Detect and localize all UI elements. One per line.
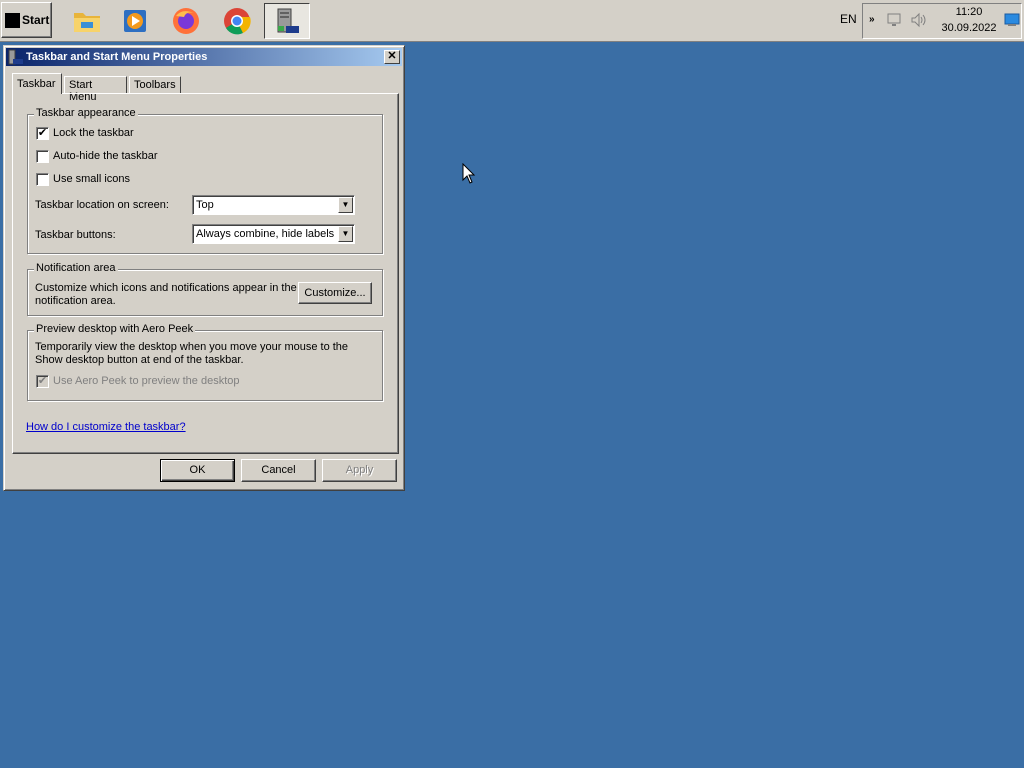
language-indicator[interactable]: EN [840, 12, 857, 26]
taskbar-properties-icon[interactable] [264, 3, 310, 39]
location-select[interactable]: Top ▼ [192, 195, 355, 215]
chrome-icon[interactable] [216, 3, 258, 39]
ok-button[interactable]: OK [160, 459, 235, 482]
help-link[interactable]: How do I customize the taskbar? [26, 421, 186, 433]
start-label: Start [22, 13, 50, 27]
notification-description-line1: Customize which icons and notifications … [35, 282, 297, 294]
taskbar-properties-dialog: Taskbar and Start Menu Properties ✕ Task… [3, 45, 405, 491]
cancel-button[interactable]: Cancel [241, 459, 316, 482]
firefox-icon[interactable] [165, 3, 207, 39]
taskbar-buttons-select[interactable]: Always combine, hide labels ▼ [192, 224, 355, 244]
chevron-expand-icon[interactable]: » [869, 14, 875, 25]
checkmark-icon: ✔ [37, 127, 48, 139]
media-player-icon[interactable] [114, 3, 156, 39]
small-icons-label[interactable]: Use small icons [53, 173, 130, 185]
volume-icon[interactable] [910, 12, 928, 31]
aero-peek-description-line1: Temporarily view the desktop when you mo… [35, 341, 349, 353]
tab-label: Taskbar [17, 78, 56, 90]
small-icons-checkbox[interactable] [36, 173, 49, 186]
taskbar-buttons-value: Always combine, hide labels [196, 228, 335, 240]
taskbar-properties-icon [8, 49, 24, 68]
tab-toolbars[interactable]: Toolbars [129, 76, 181, 94]
checkmark-icon: ✔ [37, 375, 48, 387]
group-legend: Preview desktop with Aero Peek [34, 323, 196, 335]
autohide-taskbar-label[interactable]: Auto-hide the taskbar [53, 150, 158, 162]
autohide-taskbar-checkbox[interactable] [36, 150, 49, 163]
clock-date[interactable]: 30.09.2022 [940, 22, 998, 34]
tab-start-menu[interactable]: Start Menu [64, 76, 127, 103]
clock-time[interactable]: 11:20 [940, 6, 998, 18]
notification-description-line2: notification area. [35, 295, 116, 307]
tab-taskbar[interactable]: Taskbar [12, 73, 62, 94]
aero-peek-checkbox: ✔ [36, 375, 49, 388]
apply-button: Apply [322, 459, 397, 482]
aero-peek-description-line2: Show desktop button at end of the taskba… [35, 354, 244, 366]
tab-label: Toolbars [134, 79, 176, 91]
tab-panel-taskbar: Taskbar appearance ✔ Lock the taskbar Au… [12, 93, 399, 454]
title-bar[interactable]: Taskbar and Start Menu Properties ✕ [6, 48, 402, 66]
notification-area-group: Notification area Customize which icons … [27, 262, 383, 316]
file-explorer-icon[interactable] [66, 3, 108, 39]
lock-taskbar-label[interactable]: Lock the taskbar [53, 127, 134, 139]
aero-peek-group: Preview desktop with Aero Peek Temporari… [27, 323, 383, 401]
mouse-cursor-icon [462, 163, 476, 184]
close-button[interactable]: ✕ [384, 50, 400, 64]
group-legend: Notification area [34, 262, 118, 274]
customize-button[interactable]: Customize... [298, 282, 372, 304]
location-label: Taskbar location on screen: [35, 199, 169, 211]
dropdown-arrow-icon[interactable]: ▼ [338, 226, 353, 242]
taskbar-buttons-label: Taskbar buttons: [35, 229, 116, 241]
taskbar-appearance-group: Taskbar appearance ✔ Lock the taskbar Au… [27, 107, 383, 254]
windows-logo-icon [5, 12, 20, 28]
taskbar: Start EN » 11:20 30.09.2022 [0, 0, 1024, 42]
lock-taskbar-checkbox[interactable]: ✔ [36, 127, 49, 140]
aero-peek-label: Use Aero Peek to preview the desktop [53, 375, 240, 387]
show-desktop-icon[interactable] [1004, 13, 1020, 30]
dropdown-arrow-icon[interactable]: ▼ [338, 197, 353, 213]
group-legend: Taskbar appearance [34, 107, 138, 119]
location-value: Top [196, 199, 214, 211]
window-title: Taskbar and Start Menu Properties [26, 51, 208, 63]
network-icon[interactable] [886, 12, 902, 31]
start-button[interactable]: Start [1, 2, 52, 38]
